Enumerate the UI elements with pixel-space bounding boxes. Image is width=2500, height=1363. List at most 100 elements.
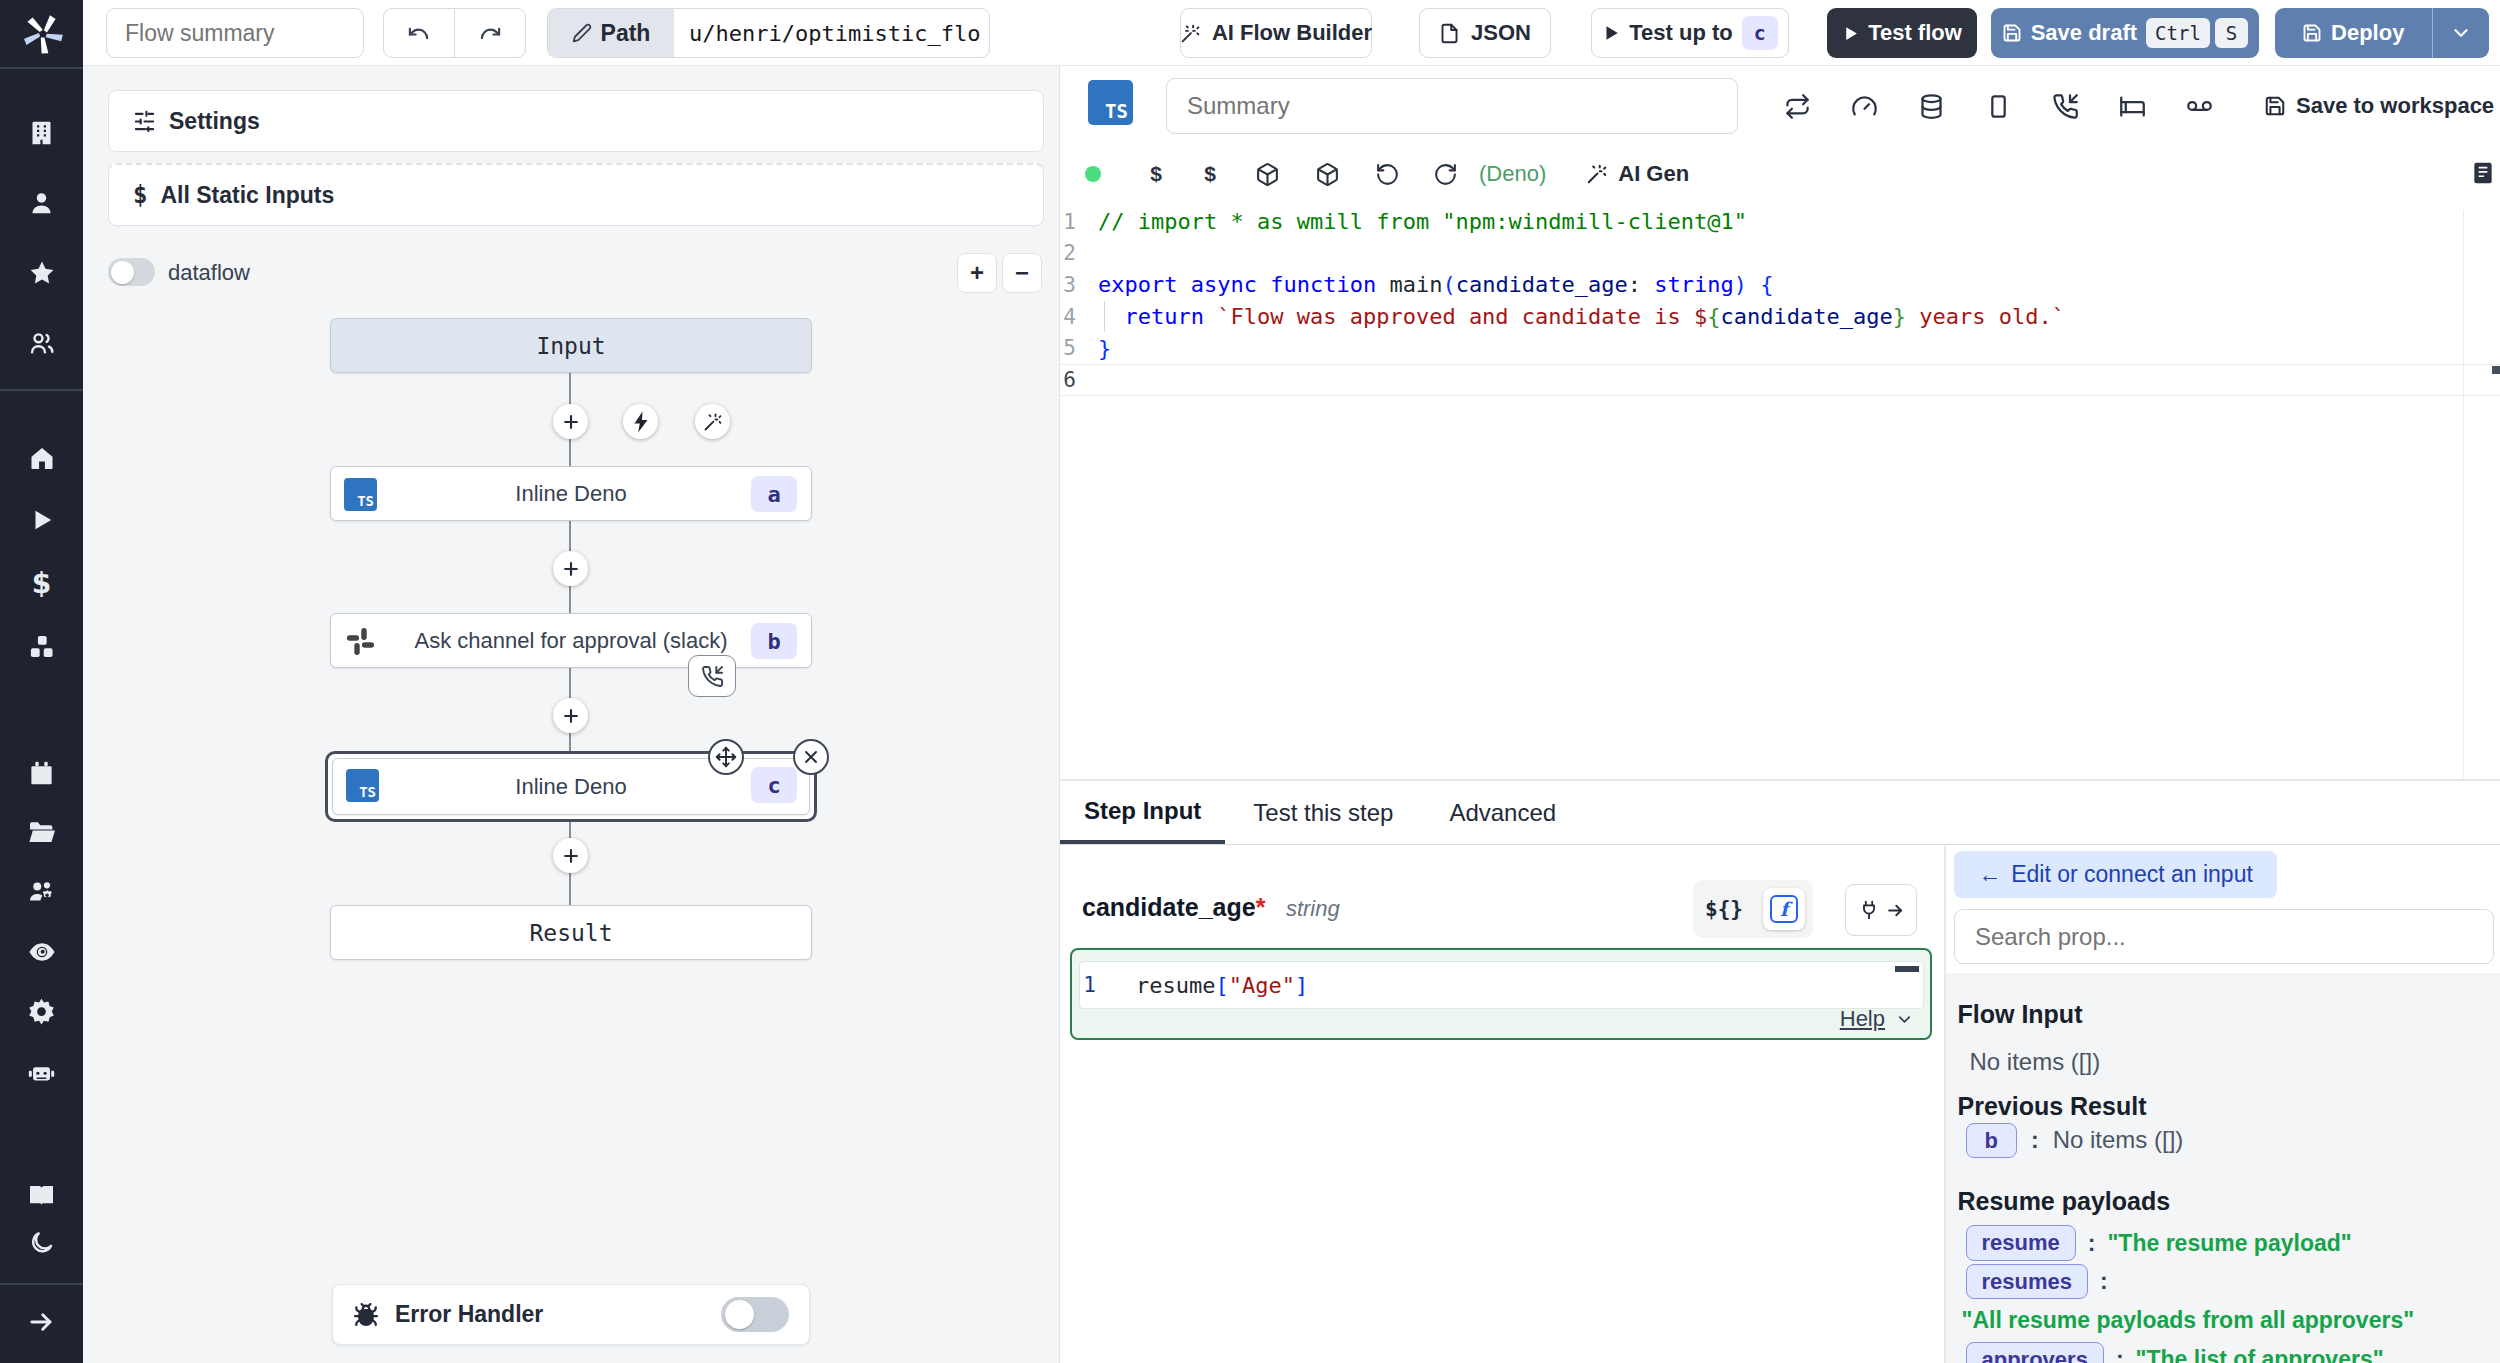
move-node-button[interactable] — [708, 739, 744, 775]
json-button[interactable]: JSON — [1419, 8, 1551, 58]
ai-flow-builder-button[interactable]: AI Flow Builder — [1180, 8, 1372, 58]
delete-node-button[interactable] — [793, 739, 829, 775]
gauge-icon[interactable] — [1851, 93, 1878, 120]
all-static-inputs-button[interactable]: $ All Static Inputs — [108, 163, 1044, 226]
save-icon — [2302, 23, 2322, 43]
package-icon[interactable] — [1297, 162, 1357, 187]
deploy-dropdown-button[interactable] — [2433, 22, 2489, 44]
code-line-6[interactable]: 6 — [1060, 364, 2500, 396]
sidebar-item-docs[interactable] — [0, 1181, 83, 1210]
refresh-icon[interactable] — [1417, 162, 1473, 187]
sidebar-item-settings[interactable] — [0, 997, 83, 1026]
assets-icon[interactable]: $ — [1129, 162, 1183, 186]
history-icon[interactable] — [1357, 162, 1417, 187]
json-label: JSON — [1471, 20, 1531, 46]
function-icon: f — [1770, 895, 1798, 923]
sidebar-item-runs[interactable] — [0, 507, 83, 533]
approvers-badge[interactable]: approvers — [1966, 1342, 2104, 1363]
tab-step-input[interactable]: Step Input — [1060, 781, 1225, 844]
zoom-out-button[interactable]: − — [1002, 253, 1042, 293]
sidebar-item-users-group[interactable] — [0, 329, 83, 357]
deno-label[interactable]: (Deno) — [1479, 161, 1546, 187]
help-row[interactable]: Help — [1840, 1006, 1914, 1032]
flow-node-result[interactable]: Result — [330, 905, 812, 960]
save-to-workspace-button[interactable]: Save to workspace — [2264, 86, 2494, 126]
tab-advanced[interactable]: Advanced — [1421, 781, 1584, 844]
field-type: string — [1286, 896, 1340, 921]
code-line-5[interactable]: 5} — [1060, 332, 2500, 364]
mobile-icon[interactable] — [1985, 93, 2012, 120]
sidebar-item-workers[interactable] — [0, 1058, 83, 1087]
function-toggle[interactable]: f — [1763, 888, 1805, 930]
dark-mode-toggle[interactable] — [0, 1230, 83, 1257]
package-icon[interactable] — [1237, 162, 1297, 187]
tab-test-this-step[interactable]: Test this step — [1225, 781, 1421, 844]
test-up-to-button[interactable]: Test up to c — [1591, 8, 1789, 58]
flow-settings-button[interactable]: Settings — [108, 90, 1044, 152]
save-draft-label: Save draft — [2031, 20, 2137, 46]
phone-incoming-icon[interactable] — [2052, 93, 2079, 120]
error-handler-toggle[interactable] — [721, 1297, 789, 1332]
sliders-icon — [133, 110, 156, 133]
add-trigger-button[interactable] — [623, 404, 658, 439]
code-editor[interactable]: 1// import * as wmill from "npm:windmill… — [1060, 206, 2500, 778]
sidebar-item-variables[interactable]: $ — [0, 567, 83, 600]
code-line-2[interactable]: 2 — [1060, 238, 2500, 270]
sidebar-item-audit-logs[interactable] — [0, 937, 83, 967]
path-value[interactable]: u/henri/optimistic_flo — [674, 21, 980, 46]
sleep-icon[interactable] — [2119, 93, 2146, 120]
search-prop-input[interactable] — [1954, 909, 2494, 964]
help-link[interactable]: Help — [1840, 1006, 1885, 1032]
sidebar-item-workspace[interactable] — [0, 120, 83, 147]
code-text: // import * as wmill from "npm:windmill-… — [1076, 209, 1747, 234]
sidebar-item-user[interactable] — [0, 190, 83, 217]
undo-button[interactable] — [384, 22, 454, 45]
voicemail-icon[interactable] — [2186, 93, 2213, 120]
error-handler-row[interactable]: Error Handler — [332, 1284, 810, 1345]
deploy-button[interactable]: Deploy — [2275, 20, 2432, 46]
sidebar-item-favorites[interactable] — [0, 259, 83, 287]
ai-gen-button[interactable]: AI Gen — [1586, 161, 1689, 187]
variables-icon[interactable]: $ — [1183, 162, 1237, 186]
typescript-icon: TS — [1088, 80, 1133, 125]
add-step-button[interactable] — [553, 698, 588, 733]
resumes-badge[interactable]: resumes — [1966, 1264, 2089, 1300]
edit-or-connect-button[interactable]: ← Edit or connect an input — [1954, 851, 2277, 898]
ai-add-step-button[interactable] — [695, 404, 730, 439]
template-expr-toggle[interactable]: ${} — [1705, 897, 1743, 921]
connect-input-button[interactable] — [1845, 884, 1917, 936]
sidebar-item-groups[interactable] — [0, 878, 83, 907]
database-icon[interactable] — [1918, 93, 1945, 120]
sidebar-item-home[interactable] — [0, 444, 83, 472]
expression-editor[interactable]: 1resume["Age"] — [1079, 961, 1924, 1009]
sidebar-item-resources[interactable] — [0, 633, 83, 661]
sidebar-item-schedules[interactable] — [0, 760, 83, 787]
field-name: candidate_age — [1082, 893, 1256, 921]
test-flow-button[interactable]: Test flow — [1827, 8, 1977, 58]
sidebar-collapse-button[interactable] — [0, 1308, 83, 1337]
path-label-segment[interactable]: Path — [548, 9, 674, 57]
flow-summary-input[interactable] — [106, 8, 364, 58]
windmill-logo[interactable] — [17, 8, 69, 60]
prev-result-badge[interactable]: b — [1966, 1123, 2017, 1159]
zoom-in-button[interactable]: + — [957, 253, 997, 293]
flow-node-input[interactable]: Input — [330, 318, 812, 373]
script-panel-icon[interactable] — [2470, 160, 2496, 186]
resume-badge[interactable]: resume — [1966, 1225, 2076, 1261]
flow-node-b[interactable]: Ask channel for approval (slack) b — [330, 613, 812, 668]
repeat-icon[interactable] — [1784, 93, 1811, 120]
add-step-button[interactable] — [553, 551, 588, 586]
code-line-3[interactable]: 3export async function main(candidate_ag… — [1060, 269, 2500, 301]
summary-input[interactable] — [1166, 78, 1738, 134]
typescript-icon: TS — [346, 769, 379, 802]
add-step-button[interactable] — [553, 838, 588, 873]
dataflow-toggle[interactable] — [108, 258, 155, 286]
redo-button[interactable] — [455, 22, 525, 45]
code-line-4[interactable]: 4 return `Flow was approved and candidat… — [1060, 301, 2500, 333]
colon: : — [2031, 1126, 2039, 1155]
flow-node-a[interactable]: TS Inline Deno a — [330, 466, 812, 521]
sidebar-item-folders[interactable] — [0, 819, 83, 848]
code-line-1[interactable]: 1// import * as wmill from "npm:windmill… — [1060, 206, 2500, 238]
save-draft-button[interactable]: Save draft Ctrl S — [1991, 8, 2259, 58]
add-step-button[interactable] — [553, 404, 588, 439]
